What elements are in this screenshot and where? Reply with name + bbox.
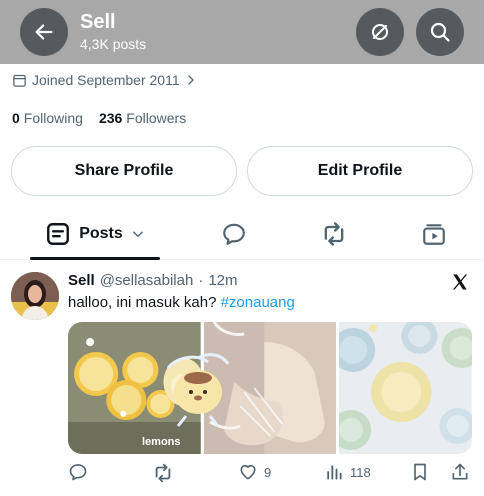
posts-icon xyxy=(47,223,70,245)
tab-active-indicator xyxy=(30,257,160,260)
search-button[interactable] xyxy=(416,8,464,56)
media-image-dishes[interactable] xyxy=(339,322,472,454)
edit-profile-button[interactable]: Edit Profile xyxy=(247,146,473,196)
tab-media[interactable] xyxy=(420,220,448,248)
repost-icon xyxy=(324,222,344,246)
heart-icon xyxy=(240,464,256,480)
search-icon xyxy=(430,22,450,42)
followers-count: 236 xyxy=(98,110,123,126)
profile-tabs: Posts xyxy=(0,208,484,260)
tab-replies[interactable] xyxy=(220,220,248,248)
post-text: halloo, ini masuk kah? #zonauang xyxy=(68,294,295,311)
profile-header: Sell 4,3K posts xyxy=(0,0,484,64)
author-name[interactable]: Sell xyxy=(68,272,95,289)
retweet-button[interactable] xyxy=(152,462,174,484)
tab-posts-label: Posts xyxy=(79,225,123,242)
follow-stats: 0 Following 236 Followers xyxy=(12,110,186,126)
arrow-left-icon xyxy=(35,24,53,40)
followers-label: Followers xyxy=(126,110,187,126)
followers-link[interactable]: 236 Followers xyxy=(99,110,186,126)
sticker-overlay xyxy=(166,353,230,427)
following-count: 0 xyxy=(12,110,20,126)
views-icon xyxy=(327,465,342,480)
reply-icon xyxy=(223,223,245,245)
separator-dot: · xyxy=(198,272,204,289)
tab-posts[interactable]: Posts xyxy=(30,208,160,260)
post-author: Sell @sellasabilah · 12m xyxy=(68,272,238,289)
avatar-photo xyxy=(11,272,59,320)
media-icon xyxy=(423,224,445,245)
repost-icon xyxy=(155,463,171,483)
post-time: 12m xyxy=(208,272,238,289)
avatar[interactable] xyxy=(11,272,59,320)
joined-label: Joined September 2011 xyxy=(32,72,180,88)
post-body: halloo, ini masuk kah? xyxy=(68,294,221,311)
following-label: Following xyxy=(23,110,83,126)
joined-date: Joined September 2011 xyxy=(12,72,197,88)
dishes-image xyxy=(339,322,472,454)
tab-reposts[interactable] xyxy=(320,220,348,248)
reply-icon xyxy=(69,464,87,481)
bookmark-icon xyxy=(414,463,426,481)
views-button[interactable]: 118 xyxy=(324,462,371,482)
calendar-icon xyxy=(13,74,26,87)
chevron-down-icon xyxy=(132,231,143,238)
author-handle[interactable]: @sellasabilah xyxy=(100,272,194,289)
back-button[interactable] xyxy=(20,8,68,56)
share-button[interactable] xyxy=(450,462,470,482)
bookmark-button[interactable] xyxy=(410,462,430,482)
chevron-right-icon[interactable] xyxy=(185,74,197,86)
hashtag-link[interactable]: #zonauang xyxy=(221,294,295,311)
post-media[interactable]: lemons xyxy=(68,322,472,454)
share-icon xyxy=(452,463,468,480)
x-logo-icon xyxy=(452,274,468,290)
like-count: 9 xyxy=(264,464,272,480)
following-link[interactable]: 0 Following xyxy=(12,110,83,126)
post-count: 4,3K posts xyxy=(80,36,147,52)
like-button[interactable]: 9 xyxy=(238,462,271,482)
view-count: 118 xyxy=(350,464,371,480)
reply-button[interactable] xyxy=(68,462,88,482)
post-actions: 9 118 xyxy=(68,462,472,486)
share-profile-button[interactable]: Share Profile xyxy=(11,146,237,196)
header-title: Sell xyxy=(80,11,116,33)
sync-button[interactable] xyxy=(356,8,404,56)
sync-off-icon xyxy=(372,24,388,40)
image-caption: lemons xyxy=(142,436,181,448)
